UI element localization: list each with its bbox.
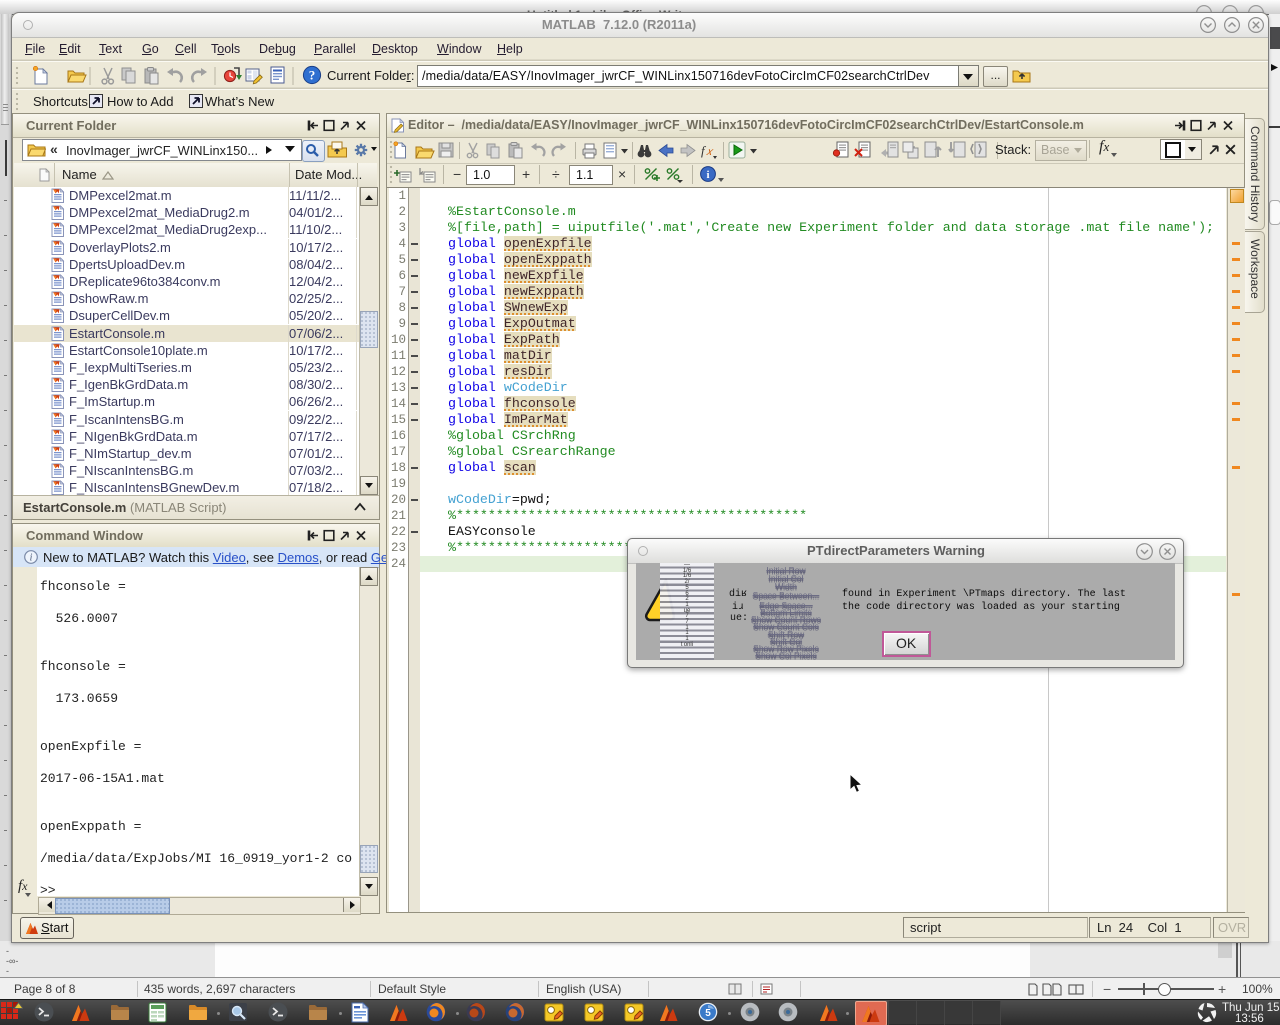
- svg-text:i: i: [30, 553, 33, 564]
- svg-text:i: i: [706, 169, 709, 181]
- svg-text:5: 5: [705, 1008, 711, 1019]
- svg-text:?: ?: [309, 67, 316, 82]
- svg-text:𝑥: 𝑥: [706, 146, 714, 158]
